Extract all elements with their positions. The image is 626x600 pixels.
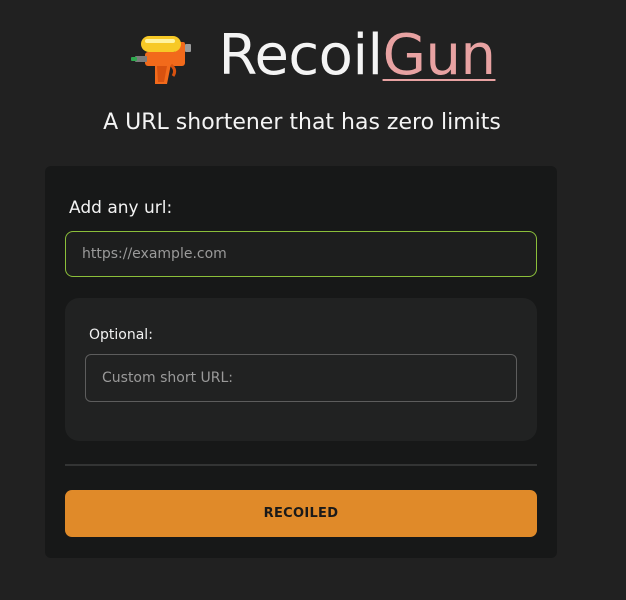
app-title-first: Recoil bbox=[218, 23, 384, 88]
url-input[interactable] bbox=[65, 231, 537, 277]
optional-panel: Optional: bbox=[65, 298, 537, 441]
brand-header: RecoilGun bbox=[0, 22, 626, 94]
shortener-card: Add any url: Optional: RECOILED bbox=[45, 166, 557, 558]
optional-label: Optional: bbox=[89, 327, 153, 343]
app-title: RecoilGun bbox=[219, 28, 496, 84]
app-title-second[interactable]: Gun bbox=[383, 23, 496, 88]
url-label: Add any url: bbox=[69, 198, 173, 218]
custom-short-url-input[interactable] bbox=[85, 354, 517, 402]
water-pistol-icon bbox=[130, 36, 191, 84]
tagline: A URL shortener that has zero limits bbox=[103, 110, 501, 135]
recoiled-button[interactable]: RECOILED bbox=[65, 490, 537, 537]
page: RecoilGun A URL shortener that has zero … bbox=[0, 0, 626, 600]
divider bbox=[65, 464, 537, 466]
